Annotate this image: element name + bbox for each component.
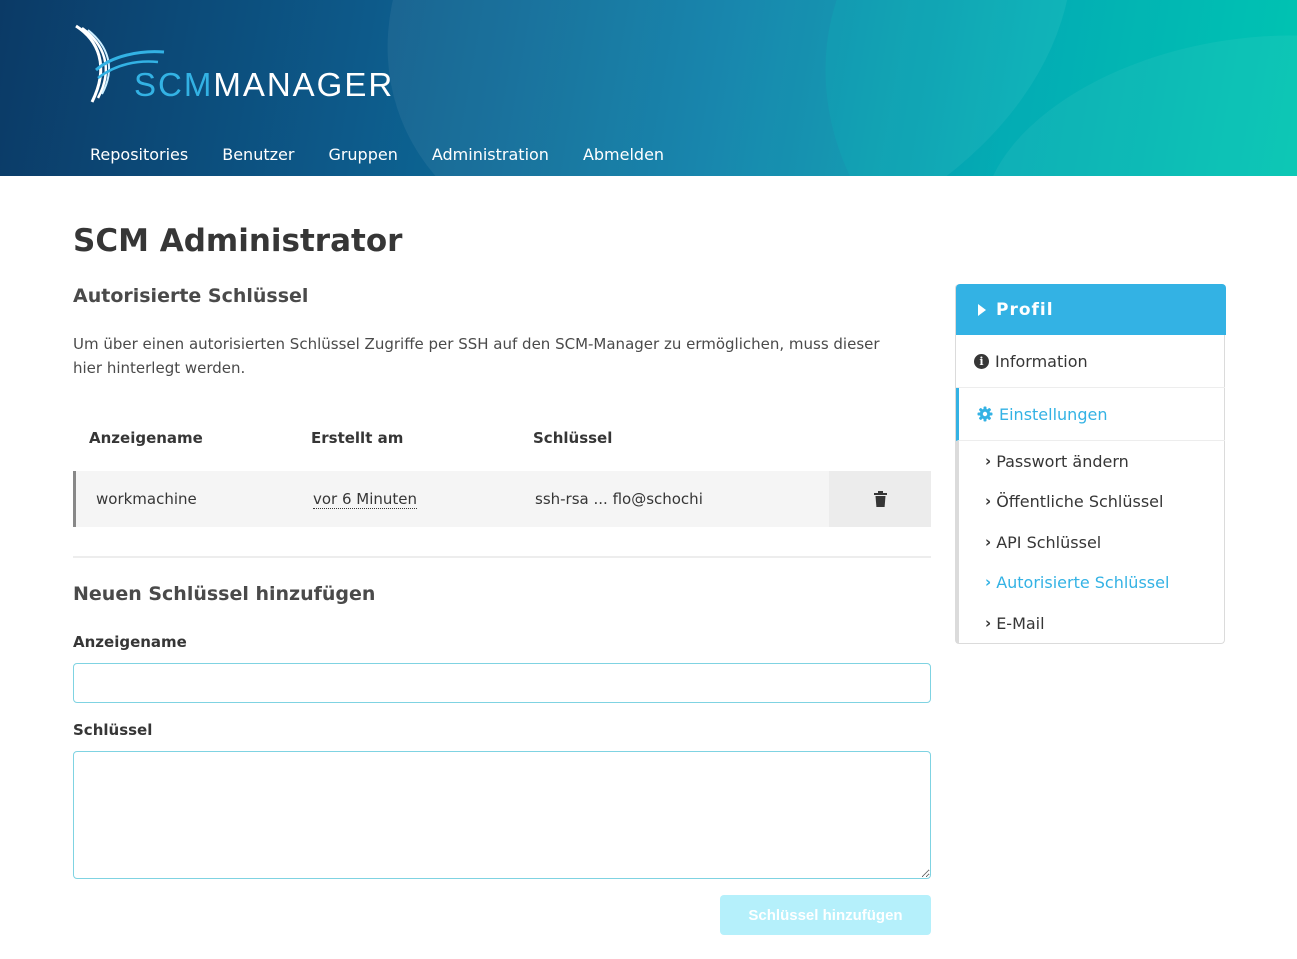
nav-administration[interactable]: Administration	[415, 136, 566, 176]
scm-manager-logo[interactable]: SCMMANAGER	[72, 22, 392, 106]
add-key-button[interactable]: Schlüssel hinzufügen	[720, 895, 931, 935]
nav-repositories[interactable]: Repositories	[73, 136, 205, 176]
logo-text: SCMMANAGER	[134, 66, 395, 103]
submenu-item-authorized-keys[interactable]: › Autorisierte Schlüssel	[985, 570, 1169, 594]
delete-key-button[interactable]	[829, 471, 931, 527]
section-divider	[73, 556, 931, 558]
chevron-right-icon: ›	[985, 452, 992, 470]
key-textarea[interactable]	[73, 751, 931, 879]
sidebar-item-settings[interactable]: Einstellungen	[956, 388, 1225, 441]
add-key-title: Neuen Schlüssel hinzufügen	[73, 583, 376, 605]
chevron-right-icon: ›	[985, 573, 992, 591]
submenu-item-label: API Schlüssel	[996, 532, 1102, 552]
trash-icon	[873, 491, 887, 507]
submenu-item-api-keys[interactable]: › API Schlüssel	[985, 530, 1101, 554]
keys-table: Anzeigename Erstellt am Schlüssel workma…	[73, 418, 931, 527]
column-header-created: Erstellt am	[311, 429, 404, 447]
sidebar-header-label: Profil	[996, 299, 1054, 320]
row-key: ssh-rsa ... flo@schochi	[535, 490, 703, 508]
submenu-item-email[interactable]: › E-Mail	[985, 611, 1045, 635]
sidebar-item-information[interactable]: i Information	[956, 335, 1225, 388]
chevron-right-icon: ›	[985, 533, 992, 551]
gear-icon	[977, 406, 993, 422]
name-input[interactable]	[73, 663, 931, 703]
chevron-right-icon: ›	[985, 492, 992, 510]
table-row: workmachine vor 6 Minuten ssh-rsa ... fl…	[73, 471, 931, 527]
sidebar-item-label: Information	[995, 351, 1088, 371]
key-label: Schlüssel	[73, 721, 153, 739]
nav-abmelden[interactable]: Abmelden	[566, 136, 681, 176]
submenu-item-password[interactable]: › Passwort ändern	[985, 449, 1129, 473]
nav-benutzer[interactable]: Benutzer	[205, 136, 311, 176]
info-icon: i	[974, 353, 989, 369]
table-header: Anzeigename Erstellt am Schlüssel	[73, 418, 931, 458]
main-nav: Repositories Benutzer Gruppen Administra…	[73, 136, 681, 176]
submenu-item-label: Autorisierte Schlüssel	[996, 572, 1170, 592]
row-name: workmachine	[96, 490, 197, 508]
sidebar-item-label: Einstellungen	[999, 404, 1108, 424]
column-header-key: Schlüssel	[533, 429, 613, 447]
chevron-right-icon: ›	[985, 614, 992, 632]
top-header: SCMMANAGER Repositories Benutzer Gruppen…	[0, 0, 1297, 176]
nav-gruppen[interactable]: Gruppen	[311, 136, 414, 176]
row-created: vor 6 Minuten	[295, 490, 517, 509]
submenu-item-public-keys[interactable]: › Öffentliche Schlüssel	[985, 489, 1163, 513]
column-header-name: Anzeigename	[89, 429, 203, 447]
page-title: SCM Administrator	[73, 223, 403, 259]
row-created-date: vor 6 Minuten	[313, 490, 418, 509]
name-label: Anzeigename	[73, 633, 187, 651]
submenu-item-label: Öffentliche Schlüssel	[996, 491, 1164, 511]
page-subtitle: Autorisierte Schlüssel	[73, 285, 309, 307]
submenu-item-label: Passwort ändern	[996, 451, 1129, 471]
sidebar-header[interactable]: Profil	[956, 284, 1226, 335]
caret-right-icon	[978, 303, 986, 316]
page-description: Um über einen autorisierten Schlüssel Zu…	[73, 335, 880, 377]
submenu-item-label: E-Mail	[996, 613, 1045, 633]
